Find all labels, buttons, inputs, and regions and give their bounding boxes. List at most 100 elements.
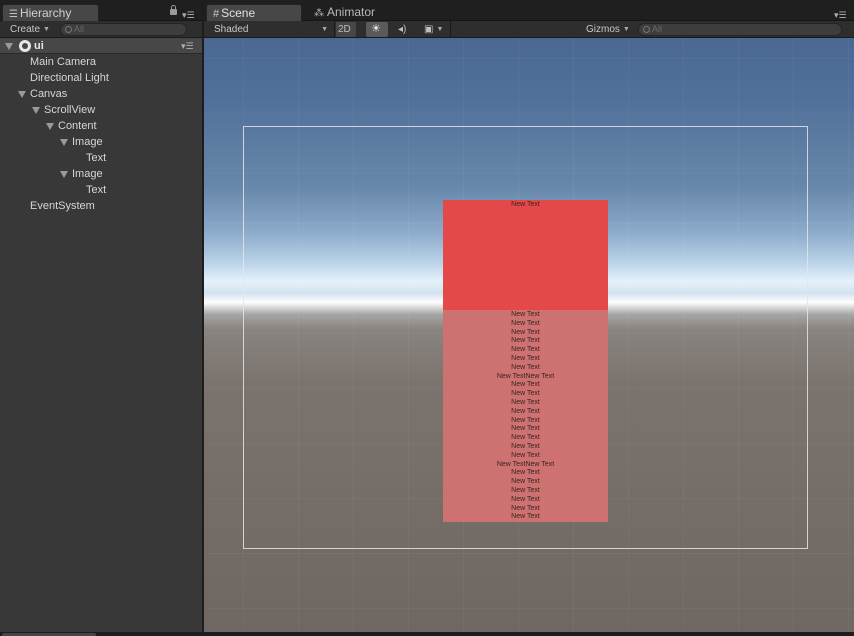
chevron-down-icon: ▼ bbox=[321, 26, 328, 33]
text-line: New Text bbox=[511, 398, 540, 406]
grid-icon: # bbox=[213, 8, 220, 20]
gizmos-dropdown[interactable]: Gizmos ▼ bbox=[582, 22, 634, 37]
unity-scene-icon bbox=[19, 40, 31, 52]
image-element-2[interactable]: New Text New Text New Text New Text New Text… bbox=[443, 310, 608, 522]
tree-item-image[interactable]: Image bbox=[0, 134, 202, 150]
scene-toolbar: Shaded ▼ 2D ☀ ◂) ▣ ▼ Gizmos ▼ All bbox=[204, 21, 854, 38]
tree-item-main-camera[interactable]: Main Camera bbox=[0, 54, 202, 70]
tree-item-label: EventSystem bbox=[30, 200, 95, 212]
shading-mode-label: Shaded bbox=[214, 24, 249, 35]
sun-icon[interactable]: ☀ bbox=[366, 22, 388, 37]
text-line: New TextNew Text bbox=[496, 460, 555, 468]
gizmos-label: Gizmos bbox=[586, 24, 620, 35]
scene-name: ui bbox=[34, 40, 44, 52]
scene-tabbar: # Scene ⁂ Animator ▾☰ bbox=[204, 0, 854, 22]
create-button-label: Create bbox=[10, 24, 41, 35]
text-line: New Text bbox=[511, 425, 540, 433]
text-line: New Text bbox=[511, 311, 540, 318]
text-line: New Text bbox=[511, 201, 540, 208]
panel-menu-icon[interactable]: ▾☰ bbox=[834, 10, 848, 20]
text-line: New Text bbox=[511, 513, 540, 521]
image-2-text: New Text New Text New Text New Text New Text… bbox=[443, 311, 608, 522]
2d-mode-label: 2D bbox=[338, 24, 351, 35]
2d-mode-toggle[interactable]: 2D bbox=[336, 22, 356, 37]
chevron-down-icon: ▼ bbox=[622, 26, 630, 33]
tree-item-text[interactable]: Text bbox=[0, 150, 202, 166]
tree-item-text[interactable]: Text bbox=[0, 182, 202, 198]
tree-item-label: ScrollView bbox=[44, 104, 96, 116]
expand-arrow-icon[interactable] bbox=[46, 123, 54, 130]
chevron-down-icon: ▼ bbox=[43, 26, 50, 33]
text-line: New Text bbox=[511, 346, 540, 354]
tree-item-image[interactable]: Image bbox=[0, 166, 202, 182]
text-line: New Text bbox=[511, 416, 540, 424]
text-line: New Text bbox=[511, 337, 540, 345]
text-line: New Text bbox=[511, 407, 540, 415]
search-icon bbox=[65, 26, 72, 33]
animator-icon: ⁂ bbox=[314, 8, 324, 19]
image-element-1[interactable]: New Text bbox=[443, 200, 608, 310]
scene-panel: # Scene ⁂ Animator ▾☰ Shaded ▼ 2D ☀ ◂) ▣ ▼ … bbox=[204, 0, 854, 632]
unity-editor: ☰ Hierarchy ▾☰ Create ▼ All ui ▾☰ Main Cam… bbox=[0, 0, 854, 636]
text-line: New Text bbox=[511, 504, 540, 512]
tree-item-label: Image bbox=[72, 168, 103, 180]
shading-mode-dropdown[interactable]: Shaded ▼ bbox=[210, 22, 330, 37]
text-line: New Text bbox=[511, 390, 540, 398]
scene-viewport[interactable]: New Text New Text New Text New Text New Tex… bbox=[204, 38, 854, 632]
expand-arrow-icon[interactable] bbox=[60, 139, 68, 146]
text-line: New Text bbox=[511, 478, 540, 486]
image-1-text: New Text bbox=[443, 201, 608, 210]
tree-item-content[interactable]: Content bbox=[0, 118, 202, 134]
text-line: New Text bbox=[511, 354, 540, 362]
expand-arrow-icon[interactable] bbox=[60, 171, 68, 178]
text-line: New Text bbox=[511, 451, 540, 459]
lock-icon[interactable] bbox=[170, 5, 177, 15]
tree-item-label: Text bbox=[86, 184, 107, 196]
text-line: New Text bbox=[511, 363, 540, 371]
tree-item-eventsystem[interactable]: EventSystem bbox=[0, 198, 202, 214]
create-button[interactable]: Create ▼ bbox=[6, 22, 54, 37]
tab-scene[interactable]: # Scene bbox=[206, 4, 302, 22]
tab-hierarchy-label: Hierarchy bbox=[19, 6, 72, 20]
image-icon[interactable]: ▣ ▼ bbox=[420, 22, 450, 37]
bottom-bar bbox=[0, 632, 854, 636]
text-line: New Text bbox=[511, 328, 540, 336]
tab-hierarchy[interactable]: ☰ Hierarchy bbox=[2, 4, 99, 22]
tab-animator[interactable]: ⁂ Animator bbox=[310, 4, 402, 22]
scene-search-placeholder: All bbox=[652, 24, 663, 34]
tree-item-label: Directional Light bbox=[30, 72, 109, 84]
speaker-icon[interactable]: ◂) bbox=[394, 22, 414, 37]
scene-root-row[interactable]: ui ▾☰ bbox=[0, 38, 202, 54]
text-line: New Text bbox=[511, 442, 540, 450]
text-line: New Text bbox=[511, 495, 540, 503]
expand-arrow-icon[interactable] bbox=[5, 43, 13, 50]
text-line: New TextNew Text bbox=[496, 372, 555, 380]
tree-item-label: Content bbox=[58, 120, 97, 132]
panel-menu-icon[interactable]: ▾☰ bbox=[182, 10, 196, 20]
hierarchy-tabbar: ☰ Hierarchy ▾☰ bbox=[0, 0, 202, 22]
text-line: New Text bbox=[511, 381, 540, 389]
tree-item-canvas[interactable]: Canvas bbox=[0, 86, 202, 102]
tab-animator-label: Animator bbox=[327, 5, 376, 19]
tree-item-label: Main Camera bbox=[30, 56, 97, 68]
tab-scene-label: Scene bbox=[221, 6, 256, 20]
expand-arrow-icon[interactable] bbox=[32, 107, 40, 114]
text-line: New Text bbox=[511, 319, 540, 327]
scrollview-rect[interactable]: New Text New Text New Text New Text New Tex… bbox=[443, 200, 608, 522]
hierarchy-panel: ☰ Hierarchy ▾☰ Create ▼ All ui ▾☰ Main Cam… bbox=[0, 0, 202, 632]
hierarchy-search-input[interactable]: All bbox=[60, 23, 187, 36]
tree-item-label: Canvas bbox=[30, 88, 68, 100]
hierarchy-toolbar: Create ▼ All bbox=[0, 21, 202, 38]
text-line: New Text bbox=[511, 434, 540, 442]
chevron-down-icon: ▼ bbox=[436, 26, 444, 33]
text-line: New Text bbox=[511, 469, 540, 477]
tree-item-label: Image bbox=[72, 136, 103, 148]
tree-item-label: Text bbox=[86, 152, 107, 164]
expand-arrow-icon[interactable] bbox=[18, 91, 26, 98]
hierarchy-search-placeholder: All bbox=[74, 24, 85, 34]
scene-search-input[interactable]: All bbox=[638, 23, 842, 36]
scene-menu-icon[interactable]: ▾☰ bbox=[181, 41, 195, 51]
tree-item-directional-light[interactable]: Directional Light bbox=[0, 70, 202, 86]
text-line: New Text bbox=[511, 486, 540, 494]
tree-item-scrollview[interactable]: ScrollView bbox=[0, 102, 202, 118]
